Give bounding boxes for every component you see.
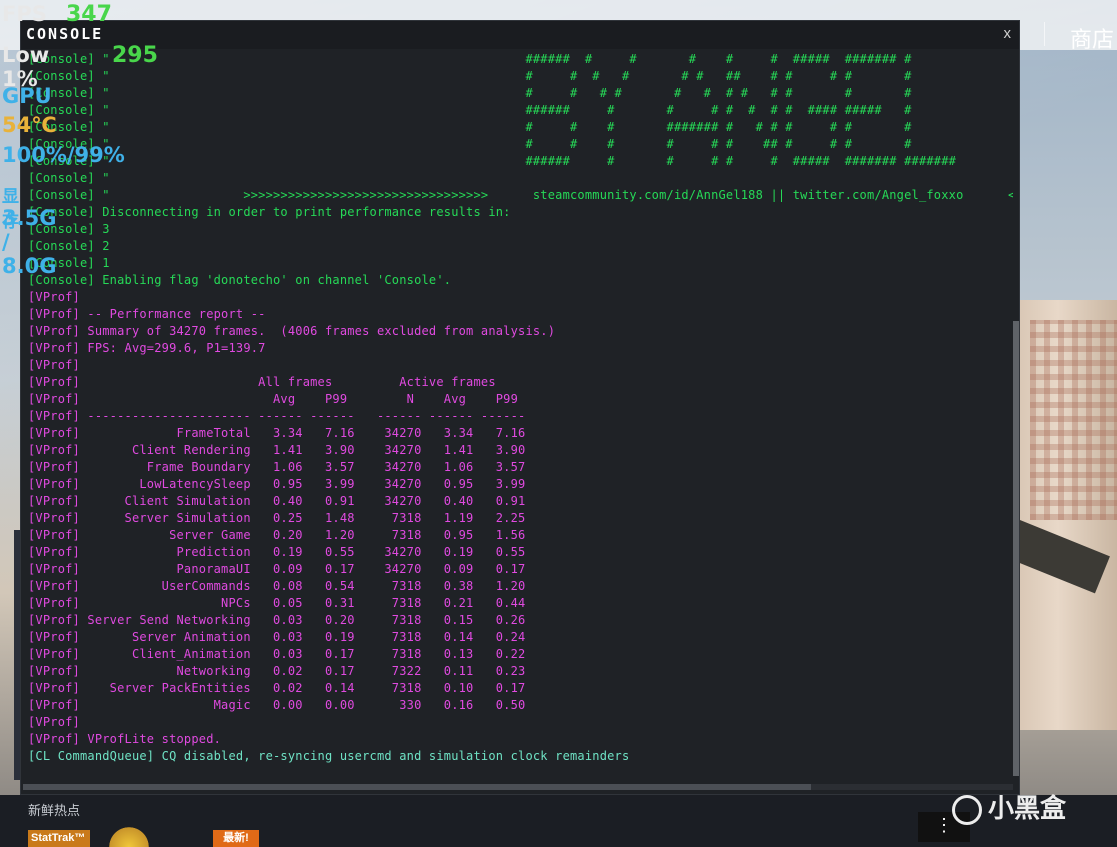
console-line: [VProf] Summary of 34270 frames. (4006 f…: [28, 324, 556, 338]
console-line: [VProf]: [28, 290, 80, 304]
console-line: [VProf] -- Performance report --: [28, 307, 266, 321]
background-character-shirt: [1030, 320, 1117, 520]
gpu-label: GPU: [2, 84, 52, 108]
console-line: [VProf] Client_Animation 0.03 0.17 7318 …: [28, 647, 526, 661]
console-line: [VProf] Server Send Networking 0.03 0.20…: [28, 613, 526, 627]
console-line: [VProf] Prediction 0.19 0.55 34270 0.19 …: [28, 545, 526, 559]
menu-separator: [1044, 22, 1045, 46]
console-line: [Console] " ###### # # # # # # # #### ##…: [28, 103, 912, 117]
console-line: [VProf] Server PackEntities 0.02 0.14 73…: [28, 681, 526, 695]
console-line: [VProf]: [28, 715, 80, 729]
new-badge[interactable]: 最新!: [213, 830, 259, 847]
console-line: [VProf] PanoramaUI 0.09 0.17 34270 0.09 …: [28, 562, 526, 576]
console-line: [Console] " ###### # # # # # ##### #####…: [28, 154, 957, 168]
console-line: [Console] " # # # ####### # # # # # # #: [28, 120, 912, 134]
console-line: [Console] " # # # # # # ## # # # # #: [28, 69, 912, 83]
fps-value: 347: [66, 2, 112, 27]
horizontal-scrollbar-thumb[interactable]: [23, 784, 811, 790]
console-line: [VProf] ---------------------- ------ --…: [28, 409, 526, 423]
console-line: [VProf] Server Simulation 0.25 1.48 7318…: [28, 511, 526, 525]
console-line: [VProf] Networking 0.02 0.17 7322 0.11 0…: [28, 664, 526, 678]
console-window[interactable]: CONSOLE x [Console] " ###### # # # # # #…: [20, 20, 1020, 795]
console-line: [VProf] Server Animation 0.03 0.19 7318 …: [28, 630, 526, 644]
console-line: [VProf] NPCs 0.05 0.31 7318 0.21 0.44: [28, 596, 526, 610]
shop-menu-item[interactable]: 商店: [1070, 22, 1114, 54]
console-title: CONSOLE: [26, 25, 104, 43]
console-line: [VProf] Client Rendering 1.41 3.90 34270…: [28, 443, 526, 457]
console-line: [Console] 2: [28, 239, 110, 253]
close-icon[interactable]: x: [1004, 25, 1012, 42]
console-line: [VProf] Avg P99 N Avg P99: [28, 392, 519, 406]
console-log[interactable]: [Console] " ###### # # # # # ##### #####…: [21, 49, 1015, 779]
console-line: [VProf] FrameTotal 3.34 7.16 34270 3.34 …: [28, 426, 526, 440]
console-line: [VProf] All frames Active frames: [28, 375, 496, 389]
star-icon: [104, 826, 154, 847]
console-line: [VProf] UserCommands 0.08 0.54 7318 0.38…: [28, 579, 526, 593]
console-line: [Console] Disconnecting in order to prin…: [28, 205, 511, 219]
fps-label: FPS: [2, 2, 47, 26]
console-line: [VProf] Client Simulation 0.40 0.91 3427…: [28, 494, 526, 508]
gpu-utilization: 100%/99%: [2, 143, 125, 167]
heybox-logo-icon: [952, 794, 982, 825]
console-line: [Console] " # # # # # # # # # # # #: [28, 86, 912, 100]
console-line: [Console] ": [28, 171, 110, 185]
stattrak-badge: StatTrak™: [28, 830, 90, 847]
console-line: [Console] 3: [28, 222, 110, 236]
vram-usage: 3.5G / 8.0G: [2, 206, 57, 278]
console-line: [Console] 1: [28, 256, 110, 270]
news-heading[interactable]: 新鲜热点: [28, 800, 80, 819]
console-line: [Console] " >>>>>>>>>>>>>>>>>>>>>>>>>>>>…: [28, 188, 1015, 202]
console-line: [VProf] FPS: Avg=299.6, P1=139.7: [28, 341, 266, 355]
vertical-scrollbar-thumb[interactable]: [1013, 321, 1019, 776]
gpu-temperature: 54℃: [2, 113, 57, 137]
console-line: [Console] " ###### # # # # # ##### #####…: [28, 52, 912, 66]
console-line: [VProf] VProfLite stopped.: [28, 732, 222, 746]
console-line: [VProf] Server Game 0.20 1.20 7318 0.95 …: [28, 528, 526, 542]
watermark-text: 小黑盒: [988, 794, 1067, 824]
console-line: [VProf] LowLatencySleep 0.95 3.99 34270 …: [28, 477, 526, 491]
low-1-percent-value: 295: [112, 43, 158, 68]
console-line: [VProf]: [28, 358, 80, 372]
console-line: [VProf] Frame Boundary 1.06 3.57 34270 1…: [28, 460, 526, 474]
console-line: [Console] " # # # # # # ## # # # #: [28, 137, 912, 151]
console-line: [CL CommandQueue] CQ disabled, re-syncin…: [28, 749, 630, 763]
console-titlebar[interactable]: CONSOLE x: [21, 21, 1019, 49]
console-line: [Console] Enabling flag 'donotecho' on c…: [28, 273, 452, 287]
console-line: [VProf] Magic 0.00 0.00 330 0.16 0.50: [28, 698, 526, 712]
